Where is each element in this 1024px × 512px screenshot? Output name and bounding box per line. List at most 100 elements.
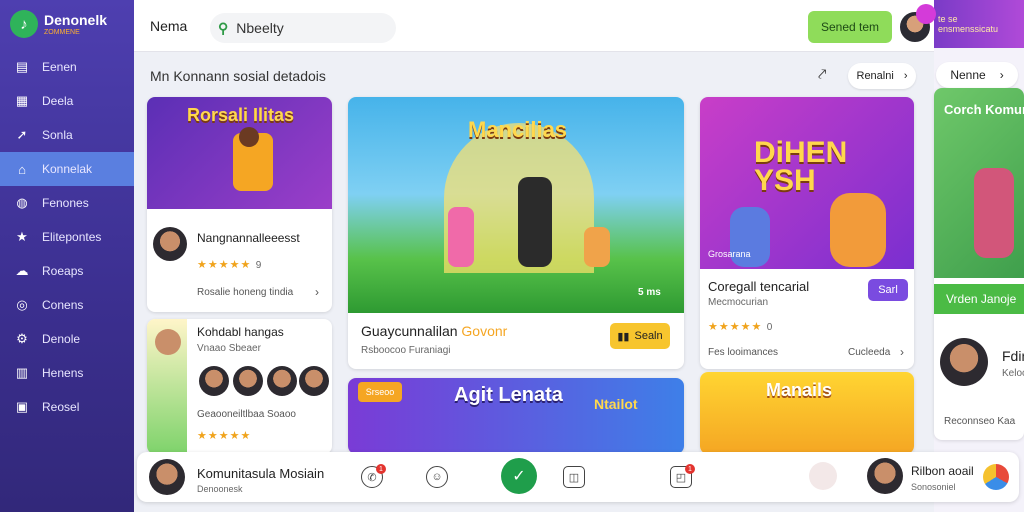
art-sign: Ntailot: [594, 396, 638, 412]
filter-pill[interactable]: Renalni ›: [848, 63, 916, 89]
brand-sub: ZOMMENE: [44, 28, 80, 36]
star-icon: ★★★★★: [708, 321, 763, 333]
sidebar-item-konnelak[interactable]: ⌂ Konnelak: [0, 152, 134, 186]
avatar[interactable]: [149, 459, 185, 495]
card-footer: Reconnseo Kaa: [944, 416, 1016, 427]
game-card[interactable]: Manails: [700, 372, 914, 454]
settings-icon: ⚙: [16, 331, 28, 346]
character-figure: [584, 227, 610, 267]
featured-game-card[interactable]: Mancilias 5 ms Guaycunnalilan Govonr Rsb…: [348, 97, 684, 369]
right-pill[interactable]: Nenne ›: [936, 62, 1018, 88]
sidebar-item-label: Konnelak: [42, 162, 93, 176]
sidebar-item-elitepontes[interactable]: ★ Elitepontes: [0, 220, 134, 254]
game-card[interactable]: Rorsali Ilitas Nangnannalleeesst ★★★★★ 9…: [147, 97, 332, 312]
promo-banner[interactable]: te se ensmenssicatu: [934, 0, 1024, 48]
game-card[interactable]: Kohdabl hangas Vnaao Sbeaer Geaooneiltlb…: [147, 319, 332, 454]
compass-icon: ◎: [16, 297, 28, 312]
chat-icon[interactable]: ✆ 1: [361, 464, 386, 488]
inbox-icon[interactable]: ◰ 1: [670, 464, 695, 488]
document-icon: ▦: [15, 93, 29, 108]
file-icon: ▤: [15, 59, 29, 74]
sidebar-item-label: Denole: [42, 332, 81, 346]
chevron-right-icon[interactable]: ›: [315, 285, 319, 299]
avatar: [940, 338, 988, 386]
home-icon: ⌂: [18, 161, 26, 177]
card-title: Coregall tencarial: [708, 279, 810, 294]
share-icon[interactable]: ⤤: [818, 66, 826, 83]
gamepad-icon[interactable]: ◫: [563, 466, 585, 488]
avatar[interactable]: [867, 458, 903, 494]
card-action-button[interactable]: Vrden Janoje: [934, 284, 1024, 314]
app-icon[interactable]: [983, 464, 1009, 490]
duration-badge: 5 ms: [638, 287, 661, 298]
cloud-icon: ☁: [15, 263, 29, 278]
sidebar-item-label: Henens: [42, 366, 84, 380]
avatar: [267, 366, 297, 396]
avatar: [299, 366, 329, 396]
character-figure: [974, 168, 1014, 258]
card-subtitle: Vnaao Sbeaer: [197, 343, 261, 354]
art-title: Mancilias: [468, 117, 568, 142]
card-title: Nangnannalleeesst: [197, 231, 300, 245]
art-caption: Grosarana: [708, 249, 751, 259]
rating-value: 0: [766, 322, 773, 333]
sidebar-item-label: Roeaps: [42, 264, 84, 278]
smile-icon[interactable]: ☺: [426, 466, 448, 488]
card-title: Fdin: [1002, 348, 1024, 364]
card-footer-left: Fes looimances: [708, 347, 779, 358]
tag-button[interactable]: Sarl: [868, 279, 908, 301]
brand[interactable]: ♪ Denonelk ZOMMENE: [10, 10, 107, 38]
game-card[interactable]: Srseoo Agit Lenata Ntailot: [348, 378, 684, 454]
notification-badge: 1: [685, 464, 695, 474]
card-footer: Geaooneiltlbaa Soaoo: [197, 409, 296, 420]
sidebar-item-label: Deela: [42, 94, 74, 108]
page-title: Nema: [150, 18, 188, 34]
sidebar-item-denole[interactable]: ⚙ Denole: [0, 322, 134, 356]
character-figure: [518, 177, 552, 267]
section-title: Mn Konnann sosial detadois: [150, 68, 326, 84]
game-thumbnail: Mancilias 5 ms: [348, 97, 684, 313]
search-input[interactable]: ⚲ Nbeelty: [210, 13, 396, 43]
brand-name: Denonelk: [44, 11, 108, 28]
sidebar-item-eenen[interactable]: ▤ Eenen: [0, 50, 134, 84]
sidebar: ♪ Denonelk ZOMMENE ▤ Eenen ▦ Deela ➚ Sonla …: [0, 0, 134, 512]
game-card[interactable]: Corch Komuna Vrden Janoje Fdin Kelocl Re…: [934, 88, 1024, 440]
art-title: Manails: [766, 380, 833, 400]
sidebar-item-label: Sonla: [42, 128, 73, 142]
card-footer: Rosalie honeng tindia: [197, 287, 294, 298]
sidebar-item-label: Eenen: [42, 60, 77, 74]
sidebar-item-roeaps[interactable]: ☁ Roeaps: [0, 254, 134, 288]
bottom-bar: Komunitasula Mosiain Denoonesk ✆ 1 ☺ ✓ ◫ …: [137, 452, 1019, 502]
card-footer-right[interactable]: Cucleeda: [848, 347, 890, 358]
card-chip: Srseoo: [358, 382, 402, 402]
save-button[interactable]: Sened tem: [808, 11, 892, 43]
bottom-right-name: Rilbon aoail: [911, 464, 974, 478]
play-button[interactable]: ▮▮ Sealn: [610, 323, 670, 349]
chevron-right-icon: ›: [999, 68, 1004, 82]
card-subtitle: Kelocl: [1002, 368, 1024, 379]
sidebar-item-sonla[interactable]: ➚ Sonla: [0, 118, 134, 152]
search-value: Nbeelty: [236, 20, 284, 36]
art-title: DiHEN YSH: [754, 136, 848, 197]
share-icon: ➚: [16, 127, 28, 142]
chevron-right-icon: ›: [903, 70, 908, 82]
avatar: [153, 227, 187, 261]
card-title: Kohdabl hangas: [197, 325, 284, 339]
chevron-right-icon[interactable]: ›: [900, 345, 904, 359]
emoji-icon[interactable]: [809, 462, 837, 490]
sidebar-item-fenones[interactable]: ◍ Fenones: [0, 186, 134, 220]
game-thumbnail: Manails: [700, 372, 914, 454]
globe-icon: ◍: [16, 195, 28, 210]
sidebar-item-deela[interactable]: ▦ Deela: [0, 84, 134, 118]
game-thumbnail: Rorsali Ilitas: [147, 97, 332, 209]
sidebar-item-label: Elitepontes: [42, 230, 102, 244]
grid-icon: ▥: [15, 365, 29, 380]
notification-badge: 1: [376, 464, 386, 474]
sidebar-item-reosel[interactable]: ▣ Reosel: [0, 390, 134, 424]
play-fab-button[interactable]: ✓: [501, 458, 537, 494]
sidebar-item-conens[interactable]: ◎ Conens: [0, 288, 134, 322]
card-subtitle: Rsboocoo Furaniagi: [361, 345, 451, 356]
sidebar-item-henens[interactable]: ▥ Henens: [0, 356, 134, 390]
game-card[interactable]: DiHEN YSH Grosarana Coregall tencarial M…: [700, 97, 914, 369]
sidebar-item-label: Reosel: [42, 400, 80, 414]
